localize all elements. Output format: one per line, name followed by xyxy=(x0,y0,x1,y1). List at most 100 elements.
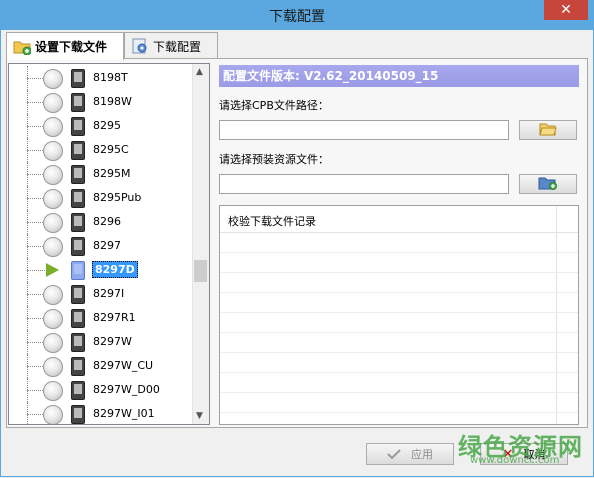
tree-item-label: 8295M xyxy=(93,167,131,180)
log-header-label: 校验下载文件记录 xyxy=(228,215,316,228)
model-tree[interactable]: 8198T 8198W 8295 8295C 8295M 8295Pub 8296 8297 8… xyxy=(8,63,210,425)
preload-resource-input[interactable] xyxy=(219,174,509,194)
log-header: 校验下载文件记录 xyxy=(220,206,578,233)
gear-config-icon xyxy=(131,38,149,54)
cpb-path-input[interactable] xyxy=(219,120,509,140)
tab-download-files[interactable]: 设置下载文件 xyxy=(6,32,124,60)
tree-item-label: 8297W_I01 xyxy=(93,407,155,420)
window-title: 下载配置 xyxy=(269,9,325,25)
log-row-line xyxy=(220,392,578,393)
cpb-path-label: 请选择CPB文件路径： xyxy=(219,99,329,112)
status-circle-icon xyxy=(43,357,63,377)
play-arrow-icon xyxy=(46,263,59,277)
status-circle-icon xyxy=(43,69,63,89)
status-circle-icon xyxy=(43,117,63,137)
log-row-line xyxy=(220,352,578,353)
phone-icon xyxy=(71,405,85,424)
status-circle-icon xyxy=(43,213,63,233)
tree-item-label: 8198W xyxy=(93,95,132,108)
status-circle-icon xyxy=(43,189,63,209)
title-bar: 下载配置 ✕ xyxy=(0,0,594,30)
tree-item[interactable]: 8297D xyxy=(9,258,191,282)
close-button[interactable]: ✕ xyxy=(544,0,588,20)
phone-icon xyxy=(71,357,85,376)
tree-item[interactable]: 8295Pub xyxy=(9,186,191,210)
log-row-line xyxy=(220,292,578,293)
tree-item-label: 8297W_D00 xyxy=(93,383,160,396)
tree-item-label: 8295Pub xyxy=(93,191,142,204)
browse-cpb-button[interactable] xyxy=(519,120,577,140)
tab-download-config[interactable]: 下载配置 xyxy=(124,32,218,59)
tab-download-config-label: 下载配置 xyxy=(153,39,202,54)
tree-item-label: 8297W xyxy=(93,335,132,348)
tree-item[interactable]: 8297W xyxy=(9,330,191,354)
log-row-line xyxy=(220,252,578,253)
scroll-up-arrow-icon[interactable]: ▲ xyxy=(196,67,203,77)
verify-log-list[interactable]: 校验下载文件记录 xyxy=(219,205,579,425)
tab-download-files-label: 设置下载文件 xyxy=(35,40,108,54)
phone-icon xyxy=(71,93,85,112)
phone-icon xyxy=(71,141,85,160)
tree-item[interactable]: 8295 xyxy=(9,114,191,138)
phone-icon xyxy=(71,189,85,208)
checkmark-icon xyxy=(387,449,401,460)
phone-icon xyxy=(71,165,85,184)
status-circle-icon xyxy=(43,165,63,185)
tree-item[interactable]: 8296 xyxy=(9,210,191,234)
tree-item-label: 8295 xyxy=(93,119,121,132)
log-row-line xyxy=(220,372,578,373)
scroll-thumb[interactable] xyxy=(194,260,207,282)
tree-item[interactable]: 8295M xyxy=(9,162,191,186)
tree-vertical-scrollbar[interactable]: ▲ ▼ xyxy=(192,64,209,424)
tree-item[interactable]: 8297 xyxy=(9,234,191,258)
config-version-header: 配置文件版本: V2.62_20140509_15 xyxy=(219,65,579,87)
tree-item-label: 8296 xyxy=(93,215,121,228)
phone-icon xyxy=(71,333,85,352)
browse-preload-button[interactable] xyxy=(519,174,577,194)
status-circle-icon xyxy=(43,141,63,161)
tree-item[interactable]: 8297W_I01 xyxy=(9,402,191,424)
status-circle-icon xyxy=(43,309,63,329)
status-circle-icon xyxy=(43,405,63,424)
tree-item[interactable]: 8297R1 xyxy=(9,306,191,330)
tree-item-label: 8297W_CU xyxy=(93,359,154,372)
folder-add-icon xyxy=(538,176,558,193)
tree-item-label: 8297 xyxy=(93,239,121,252)
tree-item-label: 8198T xyxy=(93,71,128,84)
tree-item[interactable]: 8297I xyxy=(9,282,191,306)
tree-item-label: 8297I xyxy=(93,287,125,300)
tree-item[interactable]: 8198W xyxy=(9,90,191,114)
log-row-line xyxy=(220,272,578,273)
phone-icon xyxy=(71,69,85,88)
apply-button[interactable]: 应用 xyxy=(366,443,454,465)
folder-add-icon xyxy=(13,39,32,55)
tree-item-label: 8297R1 xyxy=(93,311,136,324)
scroll-down-arrow-icon[interactable]: ▼ xyxy=(196,411,203,421)
tree-item-label: 8297D xyxy=(92,261,138,278)
phone-icon xyxy=(71,261,85,280)
phone-icon xyxy=(71,213,85,232)
phone-icon xyxy=(71,237,85,256)
phone-icon xyxy=(71,309,85,328)
status-circle-icon xyxy=(43,381,63,401)
log-row-line xyxy=(220,412,578,413)
log-row-line xyxy=(220,312,578,313)
tree-branch-line xyxy=(27,270,45,271)
folder-open-icon xyxy=(539,122,557,139)
phone-icon xyxy=(71,285,85,304)
watermark-url: www.downcc.com xyxy=(470,455,560,466)
status-circle-icon xyxy=(43,237,63,257)
status-circle-icon xyxy=(43,333,63,353)
tree-item[interactable]: 8198T xyxy=(9,66,191,90)
preload-resource-label: 请选择预装资源文件： xyxy=(219,153,329,166)
status-circle-icon xyxy=(43,285,63,305)
tree-item-label: 8295C xyxy=(93,143,129,156)
log-row-line xyxy=(220,332,578,333)
phone-icon xyxy=(71,381,85,400)
status-circle-icon xyxy=(43,93,63,113)
phone-icon xyxy=(71,117,85,136)
apply-button-label: 应用 xyxy=(411,448,433,461)
tree-item[interactable]: 8297W_CU xyxy=(9,354,191,378)
tree-item[interactable]: 8295C xyxy=(9,138,191,162)
tree-item[interactable]: 8297W_D00 xyxy=(9,378,191,402)
